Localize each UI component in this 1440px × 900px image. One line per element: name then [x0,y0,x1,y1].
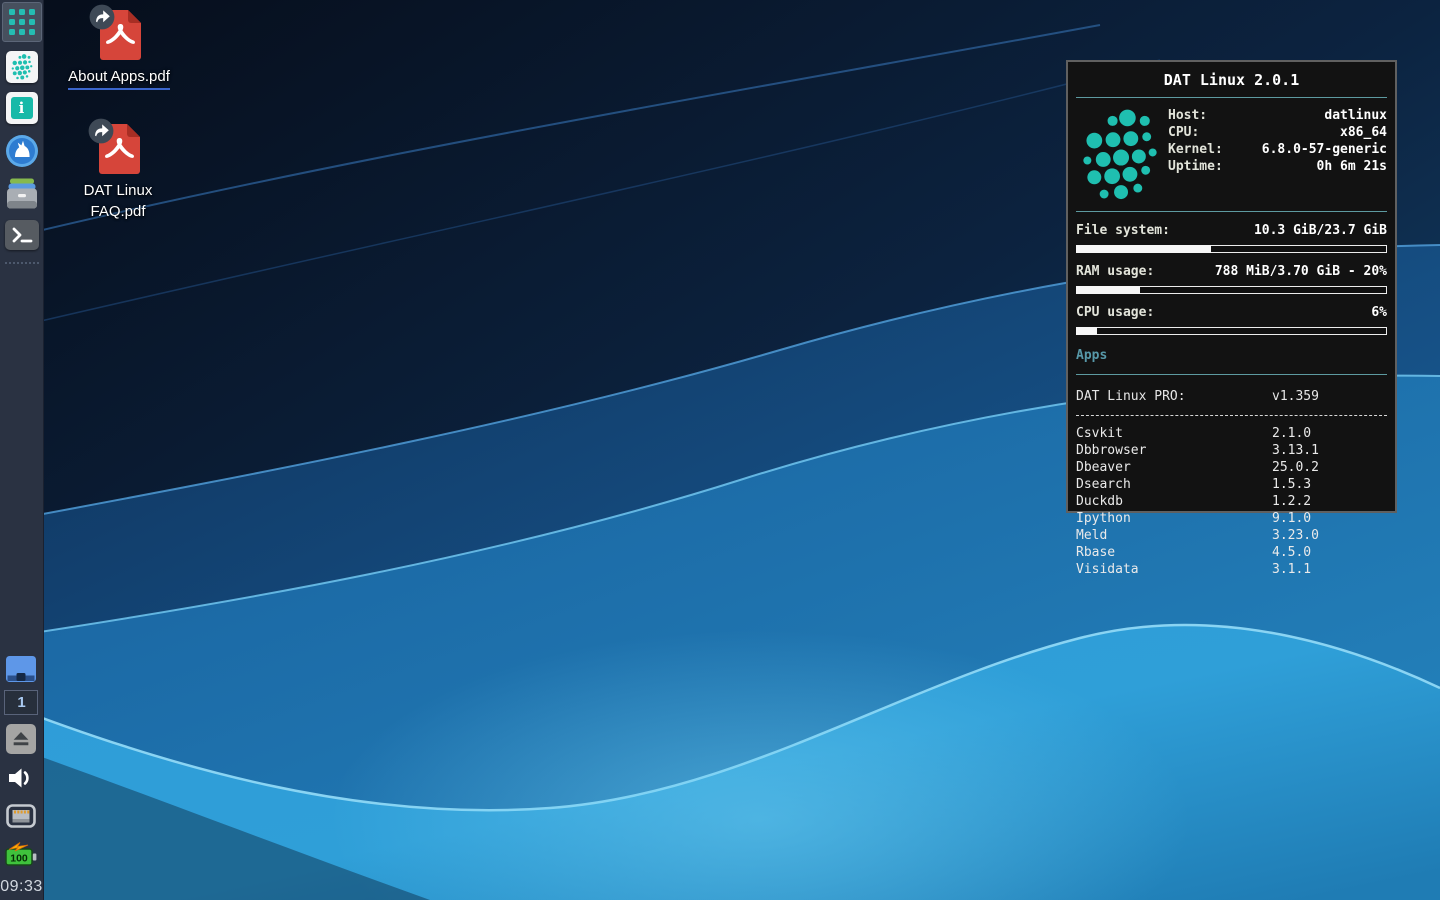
apps-section-header: Apps [1076,348,1387,363]
filesystem-meter: File system:10.3 GiB/23.7 GiB [1076,222,1387,253]
battery-indicator[interactable]: 100 [4,841,38,869]
cpu-bar-fill [1076,327,1097,335]
taskbar-status-area: 1 [0,655,43,900]
label-line-1: DAT Linux [84,180,153,201]
ram-bar-fill [1076,286,1140,294]
dat-linux-logo [1076,107,1168,201]
file-cabinet-icon [7,179,37,209]
apps-version-list: Csvkit2.1.0 Dbbrowser3.13.1 Dbeaver25.0.… [1076,425,1387,578]
speaker-icon [9,769,27,788]
network-button[interactable] [5,802,37,830]
desktop-icon-label: DAT Linux FAQ.pdf [84,180,153,222]
window-icon [6,656,36,682]
desktop-icon-label: About Apps.pdf [68,66,170,90]
shortcut-arrow-icon [88,118,114,144]
wolf-browser-icon [6,135,38,167]
clock: 09:33 [0,878,43,896]
app-menu-button[interactable] [2,2,42,42]
workspace-number: 1 [17,694,25,711]
dat-linux-logo-icon [9,54,35,80]
terminal-launcher[interactable] [5,220,39,250]
app-row: Dsearch1.5.3 [1076,476,1387,493]
taskbar-rail: i [0,0,44,900]
taskbar-launchers: i [2,0,42,264]
app-row: Csvkit2.1.0 [1076,425,1387,442]
label-line-2: FAQ.pdf [84,201,153,222]
dat-linux-launcher[interactable] [6,51,38,83]
ethernet-icon [8,806,35,827]
rail-separator [5,262,39,264]
eject-icon [10,728,32,750]
widget-title: DAT Linux 2.0.1 [1076,66,1387,97]
dashed-divider [1076,415,1387,416]
file-archive-launcher[interactable] [5,178,39,210]
desktop-icon-dat-linux-faq[interactable]: DAT Linux FAQ.pdf [58,120,178,222]
pdf-shortcut-art [91,6,147,62]
app-row: Visidata3.1.1 [1076,561,1387,578]
app-row: Ipython9.1.0 [1076,510,1387,527]
volume-button[interactable] [6,765,36,791]
eject-button[interactable] [6,724,36,754]
window-list-button[interactable] [5,655,37,683]
filesystem-bar-fill [1076,245,1211,253]
system-info-block: Host:datlinux CPU:x86_64 Kernel:6.8.0-57… [1076,107,1387,201]
desktop-icon-about-apps[interactable]: About Apps.pdf [59,6,179,90]
ram-bar [1076,286,1387,294]
info-row-host: Host:datlinux [1168,107,1387,124]
battery-icon: 100 [6,843,36,866]
about-info-launcher[interactable]: i [6,92,38,124]
app-row: Duckdb1.2.2 [1076,493,1387,510]
pro-version-row: DAT Linux PRO:v1.359 [1076,388,1387,405]
cpu-meter: CPU usage:6% [1076,304,1387,335]
battery-percent-label: 100 [11,853,29,865]
app-row: Meld3.23.0 [1076,527,1387,544]
app-row: Dbbrowser3.13.1 [1076,442,1387,459]
filesystem-bar [1076,245,1387,253]
shortcut-arrow-icon [89,4,115,30]
app-grid-icon [9,9,35,35]
divider [1076,211,1387,212]
system-monitor-widget: DAT Linux 2.0.1 Host:datlinux CPU:x86_64… [1066,60,1397,513]
cpu-bar [1076,327,1387,335]
divider [1076,374,1387,375]
terminal-icon [9,224,35,246]
info-icon: i [11,97,33,119]
divider [1076,97,1387,98]
info-row-cpu: CPU:x86_64 [1168,124,1387,141]
info-row-kernel: Kernel:6.8.0-57-generic [1168,141,1387,158]
browser-launcher[interactable] [5,134,39,168]
app-row: Rbase4.5.0 [1076,544,1387,561]
info-row-uptime: Uptime:0h 6m 21s [1168,158,1387,175]
ram-meter: RAM usage:788 MiB/3.70 GiB - 20% [1076,263,1387,294]
workspace-switcher[interactable]: 1 [4,690,38,715]
pdf-shortcut-art [90,120,146,176]
app-row: Dbeaver25.0.2 [1076,459,1387,476]
